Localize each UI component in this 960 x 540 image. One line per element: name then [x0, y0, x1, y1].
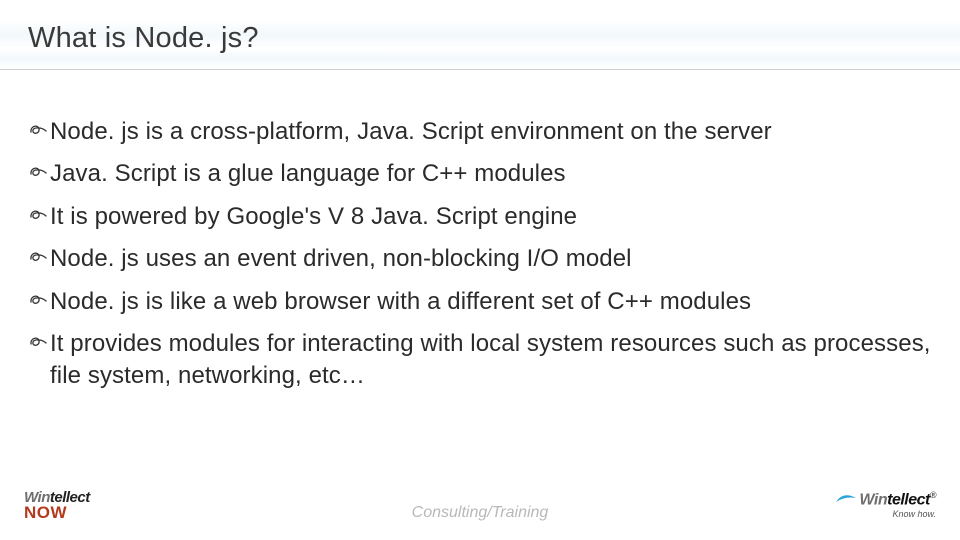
- scribble-bullet-icon: [28, 201, 50, 229]
- scribble-bullet-icon: [28, 286, 50, 314]
- bullet-text: It is powered by Google's V 8 Java. Scri…: [50, 201, 577, 233]
- footer-logo-left: Wintellect NOW: [24, 490, 90, 521]
- logo-right-tagline: Know how.: [835, 510, 936, 519]
- scribble-bullet-icon: [28, 158, 50, 186]
- bullet-text: Node. js is a cross-platform, Java. Scri…: [50, 116, 772, 148]
- bullet-text: Java. Script is a glue language for C++ …: [50, 158, 566, 190]
- scribble-bullet-icon: [28, 328, 50, 356]
- swoosh-icon: [835, 493, 857, 505]
- list-item: It is powered by Google's V 8 Java. Scri…: [28, 201, 932, 233]
- footer-logo-right: Wintellect® Know how.: [835, 491, 936, 518]
- slide-footer: Wintellect NOW Consulting/Training Winte…: [0, 480, 960, 540]
- list-item: It provides modules for interacting with…: [28, 328, 932, 393]
- bullet-text: It provides modules for interacting with…: [50, 328, 932, 393]
- logo-right-brand: Wintellect®: [835, 491, 936, 508]
- logo-left-bottom: NOW: [24, 504, 90, 521]
- logo-right-text: Wintellect®: [859, 491, 936, 508]
- scribble-bullet-icon: [28, 116, 50, 144]
- list-item: Node. js uses an event driven, non-block…: [28, 243, 932, 275]
- slide-content: Node. js is a cross-platform, Java. Scri…: [0, 70, 960, 393]
- slide-title: What is Node. js?: [28, 22, 932, 55]
- footer-center-text: Consulting/Training: [412, 504, 549, 522]
- logo-text: tellect: [887, 492, 930, 509]
- list-item: Java. Script is a glue language for C++ …: [28, 158, 932, 190]
- registered-mark: ®: [930, 490, 936, 500]
- logo-text: Win: [859, 492, 887, 509]
- bullet-text: Node. js uses an event driven, non-block…: [50, 243, 632, 275]
- bullet-text: Node. js is like a web browser with a di…: [50, 286, 751, 318]
- scribble-bullet-icon: [28, 243, 50, 271]
- list-item: Node. js is a cross-platform, Java. Scri…: [28, 116, 932, 148]
- slide-header: What is Node. js?: [0, 0, 960, 69]
- list-item: Node. js is like a web browser with a di…: [28, 286, 932, 318]
